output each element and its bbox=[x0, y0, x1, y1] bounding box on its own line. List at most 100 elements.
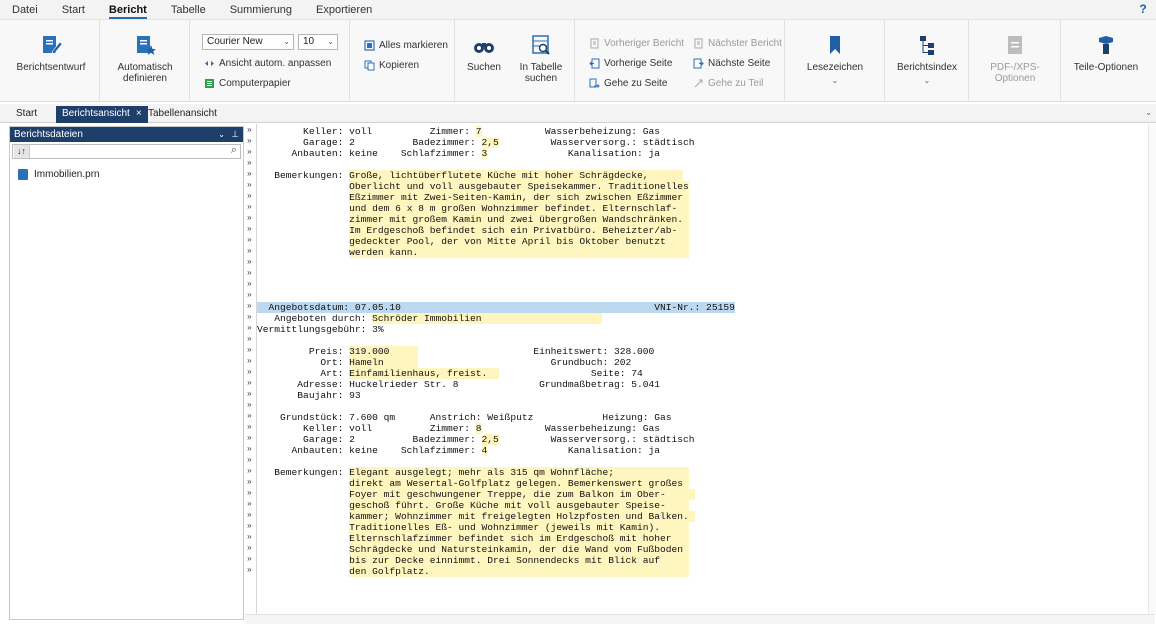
tab-start[interactable]: Start bbox=[10, 106, 43, 123]
close-icon[interactable]: × bbox=[136, 108, 142, 119]
report-line: Anbauten: keine Schlafzimmer: 4 Kanalisa… bbox=[257, 445, 660, 456]
menu-bericht[interactable]: Bericht bbox=[97, 0, 159, 20]
paper-icon bbox=[205, 78, 214, 88]
field-highlight: geschoß führt. Große Küche mit voll ausg… bbox=[349, 500, 689, 511]
menu-exportieren[interactable]: Exportieren bbox=[304, 0, 384, 20]
report-line: Eßzimmer mit Zwei-Seiten-Kamin, der sich… bbox=[257, 192, 689, 203]
tab-berichtsansicht[interactable]: Berichtsansicht × bbox=[56, 106, 148, 123]
font-select[interactable]: Courier New ⌄ bbox=[202, 34, 294, 50]
line-suffix: Seite: 74 bbox=[498, 368, 643, 379]
report-line: den Golfplatz. bbox=[257, 566, 689, 577]
gehe-zu-teil-label: Gehe zu Teil bbox=[708, 77, 764, 89]
line-prefix bbox=[257, 500, 349, 511]
line-marker: » bbox=[247, 511, 252, 520]
menu-summierung[interactable]: Summierung bbox=[218, 0, 304, 20]
size-value: 10 bbox=[303, 36, 315, 47]
computerpapier-label: Computerpapier bbox=[219, 77, 291, 89]
vorheriger-bericht-button[interactable]: Vorheriger Bericht bbox=[589, 36, 684, 50]
help-icon[interactable]: ? bbox=[1136, 2, 1150, 16]
font-size-select[interactable]: 10 ⌄ bbox=[298, 34, 338, 50]
report-view[interactable]: » » » » » » » » » » » » » » » » » » » » » » » » » » » » » » » » » » » » » » » »… bbox=[245, 124, 1155, 614]
line-marker: » bbox=[247, 544, 252, 553]
menu-bar: Datei Start Bericht Tabelle Summierung E… bbox=[0, 0, 1156, 20]
pdf-optionen-button[interactable]: PDF-/XPS-Optionen bbox=[973, 34, 1057, 84]
line-suffix: Wasserversorg.: städtisch bbox=[498, 137, 695, 148]
report-line: Foyer mit geschwungener Treppe, die zum … bbox=[257, 489, 695, 500]
binoculars-icon bbox=[474, 43, 494, 53]
in-tabelle-suchen-label: In Tabelle suchen bbox=[519, 62, 563, 84]
line-marker: » bbox=[247, 236, 252, 245]
naechste-seite-button[interactable]: Nächste Seite bbox=[693, 56, 770, 70]
berichtsindex-label: Berichtsindex bbox=[896, 62, 958, 73]
chevron-down-icon[interactable]: ⌄ bbox=[1145, 108, 1152, 117]
menu-datei[interactable]: Datei bbox=[0, 0, 50, 20]
lesezeichen-label: Lesezeichen bbox=[806, 62, 864, 73]
report-line: Angeboten durch: Schröder Immobilien bbox=[257, 313, 603, 324]
tab-tabellenansicht[interactable]: Tabellenansicht bbox=[142, 106, 223, 123]
pin-icon[interactable]: ⊥ bbox=[231, 127, 239, 142]
line-prefix bbox=[257, 522, 349, 533]
line-prefix bbox=[257, 236, 349, 247]
line-marker: » bbox=[247, 324, 252, 333]
line-marker: » bbox=[247, 434, 252, 443]
line-prefix bbox=[257, 555, 349, 566]
line-prefix bbox=[257, 566, 349, 577]
naechster-bericht-button[interactable]: Nächster Bericht bbox=[693, 36, 782, 50]
computerpapier-button[interactable]: Computerpapier bbox=[204, 76, 291, 90]
prev-page-icon bbox=[589, 58, 600, 68]
menu-start[interactable]: Start bbox=[50, 0, 97, 20]
pdf-optionen-label: PDF-/XPS-Optionen bbox=[990, 62, 1040, 84]
kopieren-button[interactable]: Kopieren bbox=[364, 58, 419, 72]
file-list-item[interactable]: Immobilien.prn bbox=[10, 169, 243, 180]
group-navigation: Vorheriger Bericht Nächster Bericht Vorh… bbox=[575, 20, 785, 102]
berichtsindex-button[interactable]: Berichtsindex ⌄ bbox=[889, 34, 965, 86]
menu-tabelle[interactable]: Tabelle bbox=[159, 0, 218, 20]
vorherige-seite-label: Vorherige Seite bbox=[604, 57, 673, 69]
line-prefix: Angeboten durch: bbox=[257, 313, 373, 324]
vorherige-seite-button[interactable]: Vorherige Seite bbox=[589, 56, 672, 70]
gehe-zu-teil-button[interactable]: Gehe zu Teil bbox=[693, 76, 763, 90]
ansicht-anpassen-button[interactable]: Ansicht autom. anpassen bbox=[204, 56, 331, 70]
horizontal-scrollbar[interactable] bbox=[245, 614, 1155, 624]
automatisch-definieren-button[interactable]: Automatisch definieren bbox=[108, 34, 182, 84]
line-marker: » bbox=[247, 137, 252, 146]
kopieren-label: Kopieren bbox=[379, 59, 420, 71]
file-search-input[interactable]: ↓↑ ⌕ bbox=[12, 144, 241, 159]
chevron-down-icon[interactable]: ⌄ bbox=[218, 127, 225, 142]
line-marker: » bbox=[247, 247, 252, 256]
field-highlight: 319.000 bbox=[349, 346, 419, 357]
line-marker: » bbox=[247, 269, 252, 278]
group-entwurf: Berichtsentwurf bbox=[0, 20, 100, 102]
alles-markieren-button[interactable]: Alles markieren bbox=[364, 38, 448, 52]
suchen-button[interactable]: Suchen bbox=[461, 34, 507, 73]
line-suffix: Kanalisation: ja bbox=[487, 445, 661, 456]
report-line: bis zur Decke einnimmt. Drei Sonnendecks… bbox=[257, 555, 689, 566]
report-line: Bemerkungen: Elegant ausgelegt; mehr als… bbox=[257, 467, 689, 478]
report-line: Schrägdecke und Natursteinkamin, der die… bbox=[257, 544, 689, 555]
berichtsentwurf-button[interactable]: Berichtsentwurf bbox=[8, 34, 94, 73]
lesezeichen-button[interactable]: Lesezeichen ⌄ bbox=[797, 34, 873, 86]
search-icon[interactable]: ⌕ bbox=[231, 144, 237, 157]
line-marker: » bbox=[247, 148, 252, 157]
line-prefix: Anbauten: keine Schlafzimmer: bbox=[257, 445, 482, 456]
line-marker: » bbox=[247, 225, 252, 234]
report-line: kammer; Wohnzimmer mit freigelegten Holz… bbox=[257, 511, 695, 522]
report-line: Elternschlafzimmer befindet sich im Erdg… bbox=[257, 533, 689, 544]
group-berichtsindex: Berichtsindex ⌄ bbox=[885, 20, 969, 102]
sort-button[interactable]: ↓↑ bbox=[14, 145, 30, 158]
line-prefix bbox=[257, 478, 349, 489]
next-page-icon bbox=[693, 58, 704, 68]
report-line: Angebotsdatum: 07.05.10 VNI-Nr.: 25159 bbox=[257, 302, 735, 313]
report-line: Vermittlungsgebühr: 3% bbox=[257, 324, 384, 335]
select-all-icon bbox=[364, 39, 375, 51]
line-marker: » bbox=[247, 412, 252, 421]
in-tabelle-suchen-button[interactable]: In Tabelle suchen bbox=[513, 34, 569, 84]
teile-optionen-button[interactable]: Teile-Optionen bbox=[1065, 34, 1147, 73]
gehe-zu-seite-button[interactable]: Gehe zu Seite bbox=[589, 76, 667, 90]
berichtsentwurf-label: Berichtsentwurf bbox=[16, 62, 86, 73]
line-prefix: Adresse: Huckelrieder Str. 8 bbox=[257, 379, 459, 390]
vertical-scrollbar[interactable] bbox=[1148, 124, 1156, 624]
report-line: Keller: voll Zimmer: 8 Wasserbeheizung: … bbox=[257, 423, 660, 434]
line-marker: » bbox=[247, 489, 252, 498]
line-prefix: Bemerkungen: bbox=[257, 170, 350, 181]
